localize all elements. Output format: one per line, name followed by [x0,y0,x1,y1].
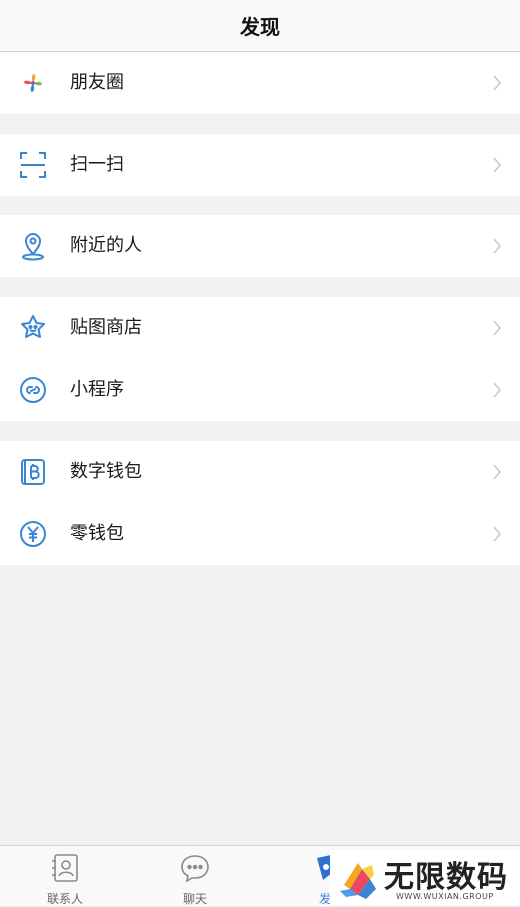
tab-contacts[interactable]: 联系人 [0,846,130,906]
menu-item-label: 数字钱包 [70,461,142,482]
watermark-overlay: 无限数码 WWW.WUXIAN.GROUP [330,850,520,905]
tab-label: 聊天 [182,892,207,906]
scan-icon [17,149,49,181]
tab-chat[interactable]: 聊天 [130,846,260,906]
nav-header: 发现 [0,0,520,52]
chevron-right-icon [492,237,502,255]
menu-group-wallets: 数字钱包 零钱包 [0,441,520,565]
menu-item-label: 朋友圈 [70,72,124,93]
menu-item-label: 零钱包 [70,523,124,544]
menu-item-moments[interactable]: 朋友圈 [0,52,520,114]
chevron-right-icon [492,74,502,92]
menu-item-label: 贴图商店 [70,317,142,338]
menu-item-label: 附近的人 [70,235,142,256]
page-title: 发现 [240,15,280,39]
menu-item-label: 扫一扫 [70,154,124,175]
chevron-right-icon [492,525,502,543]
menu-item-scan[interactable]: 扫一扫 [0,134,520,196]
menu-item-mini-program[interactable]: 小程序 [0,359,520,421]
bitcoin-wallet-icon [17,456,49,488]
menu-item-nearby[interactable]: 附近的人 [0,215,520,277]
chevron-right-icon [492,319,502,337]
menu-group-stickers-mini: 贴图商店 小程序 [0,297,520,421]
menu-item-change-wallet[interactable]: 零钱包 [0,503,520,565]
contacts-icon [49,852,81,884]
menu-group-nearby: 附近的人 [0,215,520,277]
chevron-right-icon [492,381,502,399]
menu-item-sticker-store[interactable]: 贴图商店 [0,297,520,359]
sticker-star-icon [17,312,49,344]
location-pin-icon [17,230,49,262]
watermark-title: 无限数码 [384,860,508,895]
watermark-subtitle: WWW.WUXIAN.GROUP [396,892,494,901]
chevron-right-icon [492,463,502,481]
menu-group-scan: 扫一扫 [0,134,520,196]
menu-item-label: 小程序 [70,379,124,400]
yen-coin-icon [17,518,49,550]
moments-pinwheel-icon [17,67,49,99]
chevron-right-icon [492,156,502,174]
chat-bubble-icon [179,852,211,884]
menu-item-digital-wallet[interactable]: 数字钱包 [0,441,520,503]
tab-label: 联系人 [46,892,83,906]
brand-logo-icon [336,855,382,901]
menu-group-moments: 朋友圈 [0,52,520,114]
mini-program-icon [17,374,49,406]
